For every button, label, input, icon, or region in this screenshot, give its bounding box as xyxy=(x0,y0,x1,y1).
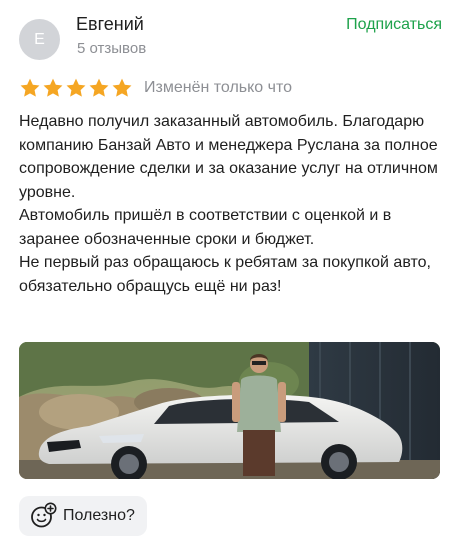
star-icon xyxy=(65,77,87,99)
avatar-initial: Е xyxy=(34,30,45,48)
review-paragraph: Недавно получил заказанный автомобиль. Б… xyxy=(19,113,438,201)
review-paragraph: Не первый раз обращаюсь к ребятам за пок… xyxy=(19,254,431,295)
author-reviews-count: 5 отзывов xyxy=(77,40,147,57)
star-icon xyxy=(19,77,41,99)
star-rating xyxy=(19,77,133,99)
rating-row: Изменён только что xyxy=(19,76,292,100)
avatar[interactable]: Е xyxy=(19,19,60,60)
helpful-button[interactable]: Полезно? xyxy=(19,496,147,536)
review-text: Недавно получил заказанный автомобиль. Б… xyxy=(19,110,449,298)
helpful-label: Полезно? xyxy=(63,507,135,524)
review-header: Е Евгений 5 отзывов Подписаться xyxy=(0,0,462,70)
review-photo[interactable] xyxy=(19,342,440,479)
edited-timestamp: Изменён только что xyxy=(144,79,293,96)
star-icon xyxy=(88,77,110,99)
review-paragraph: Автомобиль пришёл в соответствии с оценк… xyxy=(19,207,392,248)
author-name[interactable]: Евгений xyxy=(76,14,144,35)
star-icon xyxy=(42,77,64,99)
subscribe-button[interactable]: Подписаться xyxy=(346,16,442,34)
star-icon xyxy=(111,77,133,99)
add-reaction-icon xyxy=(29,502,57,530)
car-photo-illustration xyxy=(19,342,440,479)
